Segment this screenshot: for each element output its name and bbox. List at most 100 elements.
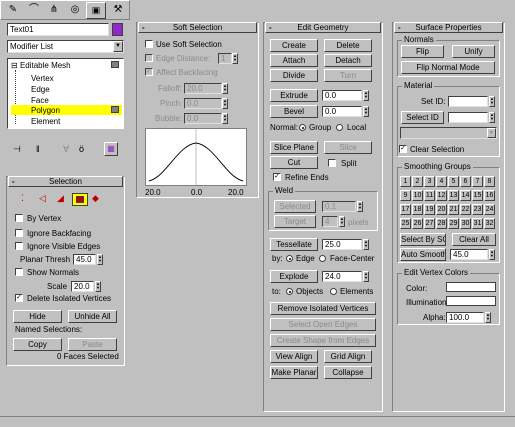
planar-thresh-spinner[interactable]: ▲ ▼	[97, 254, 103, 265]
delete-button[interactable]: Delete	[324, 39, 372, 52]
bevel-button[interactable]: Bevel	[270, 105, 318, 118]
smoothing-group-button[interactable]: 8	[484, 176, 495, 187]
hide-button[interactable]: Hide	[13, 310, 62, 323]
smoothing-group-button[interactable]: 23	[472, 204, 483, 215]
slice-button[interactable]: Slice	[324, 141, 372, 154]
smoothing-group-button[interactable]: 2	[412, 176, 423, 187]
smoothing-group-button[interactable]: 18	[412, 204, 423, 215]
explode-objects-radio[interactable]	[286, 288, 293, 295]
scale-field[interactable]: 20.0	[71, 281, 94, 292]
turn-button[interactable]: Turn	[324, 69, 372, 82]
smoothing-group-button[interactable]: 1	[400, 176, 411, 187]
create-shape-button[interactable]: Create Shape from Edges	[270, 334, 376, 347]
smoothing-group-button[interactable]: 22	[460, 204, 471, 215]
auto-smooth-field[interactable]: 45.0	[450, 249, 488, 260]
weld-selected-button[interactable]: Selected	[274, 200, 316, 213]
normal-local-radio[interactable]	[336, 124, 343, 131]
stack-item-polygon[interactable]: Polygon	[31, 106, 60, 115]
flip-normal-mode-button[interactable]: Flip Normal Mode	[401, 61, 495, 74]
alpha-field[interactable]: 100.0	[446, 312, 484, 323]
modify-icon[interactable]: ⌒	[24, 2, 44, 19]
smoothing-group-button[interactable]: 11	[424, 190, 435, 201]
explode-button[interactable]: Explode	[270, 270, 318, 283]
utilities-icon[interactable]: ⚒	[108, 2, 128, 19]
explode-spinner[interactable]: ▲ ▼	[363, 271, 369, 282]
tessellate-button[interactable]: Tessellate	[270, 238, 318, 251]
unify-button[interactable]: Unify	[452, 45, 495, 58]
polygon-mode-icon[interactable]	[72, 193, 88, 206]
smoothing-group-button[interactable]: 24	[484, 204, 495, 215]
selection-rollout-header[interactable]: - Selection	[8, 176, 123, 187]
stack-item-vertex[interactable]: Vertex	[31, 74, 54, 83]
stack-item-face[interactable]: Face	[31, 96, 49, 105]
bubble-spinner[interactable]: ▲ ▼	[222, 113, 228, 124]
pinch-field[interactable]: 0.0	[184, 98, 222, 109]
tessellate-face-center-radio[interactable]	[319, 255, 326, 262]
explode-field[interactable]: 24.0	[322, 271, 362, 282]
falloff-spinner[interactable]: ▲ ▼	[222, 83, 228, 94]
ignore-visible-edges-checkbox[interactable]	[15, 242, 23, 250]
unhide-all-button[interactable]: Unhide All	[68, 310, 117, 323]
auto-smooth-spinner[interactable]: ▲ ▼	[489, 249, 495, 260]
material-name-dropdown[interactable]	[400, 127, 497, 139]
smoothing-group-button[interactable]: 32	[484, 218, 495, 229]
smoothing-group-button[interactable]: 17	[400, 204, 411, 215]
stack-item-element[interactable]: Element	[31, 117, 60, 126]
weld-target-field[interactable]: 4	[322, 216, 338, 227]
tessellate-spinner[interactable]: ▲ ▼	[363, 239, 369, 250]
use-soft-selection-checkbox[interactable]	[145, 40, 153, 48]
smoothing-group-button[interactable]: 15	[472, 190, 483, 201]
bevel-spinner[interactable]: ▲ ▼	[363, 106, 369, 117]
view-align-button[interactable]: View Align	[270, 350, 318, 363]
smoothing-group-button[interactable]: 19	[424, 204, 435, 215]
chevron-down-icon[interactable]: ▼	[487, 128, 496, 138]
collapse-button[interactable]: Collapse	[324, 366, 372, 379]
clear-all-button[interactable]: Clear All	[452, 233, 496, 246]
smoothing-group-button[interactable]: 4	[436, 176, 447, 187]
remove-isolated-button[interactable]: Remove Isolated Vertices	[270, 302, 376, 315]
smoothing-group-button[interactable]: 9	[400, 190, 411, 201]
illumination-color-swatch[interactable]	[446, 296, 496, 306]
ignore-backfacing-checkbox[interactable]	[15, 229, 23, 237]
set-id-spinner[interactable]: ▲ ▼	[489, 96, 495, 107]
show-normals-checkbox[interactable]	[15, 268, 23, 276]
split-checkbox[interactable]	[328, 159, 336, 167]
explode-elements-radio[interactable]	[330, 288, 337, 295]
extrude-spinner[interactable]: ▲ ▼	[363, 90, 369, 101]
create-button[interactable]: Create	[270, 39, 318, 52]
edge-distance-checkbox[interactable]	[145, 54, 153, 62]
select-open-edges-button[interactable]: Select Open Edges	[270, 318, 376, 331]
edge-distance-field[interactable]: 1	[218, 53, 232, 64]
hierarchy-icon[interactable]: ⋔	[44, 2, 64, 19]
falloff-field[interactable]: 20.0	[184, 83, 222, 94]
delete-isolated-checkbox[interactable]: ✓	[15, 294, 23, 302]
vertex-mode-icon[interactable]: ⁚	[21, 194, 24, 203]
face-mode-icon[interactable]: ◢	[57, 194, 64, 203]
normal-group-radio[interactable]	[299, 124, 306, 131]
cut-button[interactable]: Cut	[270, 156, 318, 169]
smoothing-group-button[interactable]: 16	[484, 190, 495, 201]
weld-target-spinner[interactable]: ▲ ▼	[339, 216, 345, 227]
pin-stack-icon[interactable]: ⊣	[13, 145, 21, 154]
set-id-field[interactable]	[448, 96, 488, 107]
smoothing-group-button[interactable]: 7	[472, 176, 483, 187]
slice-plane-button[interactable]: Slice Plane	[270, 141, 318, 154]
scale-spinner[interactable]: ▲ ▼	[95, 281, 101, 292]
create-icon[interactable]: ✎	[3, 2, 23, 19]
modifier-list-dropdown[interactable]: Modifier List	[7, 40, 124, 53]
select-by-sg-button[interactable]: Select By SG	[400, 233, 446, 246]
stack-item-edge[interactable]: Edge	[31, 85, 50, 94]
refine-ends-checkbox[interactable]: ✓	[273, 173, 281, 181]
smoothing-group-button[interactable]: 6	[460, 176, 471, 187]
smoothing-group-button[interactable]: 21	[448, 204, 459, 215]
extrude-field[interactable]: 0.0	[322, 90, 362, 101]
soft-selection-rollout-header[interactable]: - Soft Selection	[138, 22, 257, 33]
smoothing-group-button[interactable]: 27	[424, 218, 435, 229]
edit-geometry-rollout-header[interactable]: - Edit Geometry	[265, 22, 381, 33]
divide-button[interactable]: Divide	[270, 69, 318, 82]
object-name-field[interactable]: Text01	[7, 23, 109, 36]
smoothing-group-button[interactable]: 31	[472, 218, 483, 229]
motion-icon[interactable]: ◎	[65, 2, 85, 19]
element-mode-icon[interactable]: ◆	[92, 194, 99, 203]
select-id-field[interactable]	[448, 112, 488, 123]
